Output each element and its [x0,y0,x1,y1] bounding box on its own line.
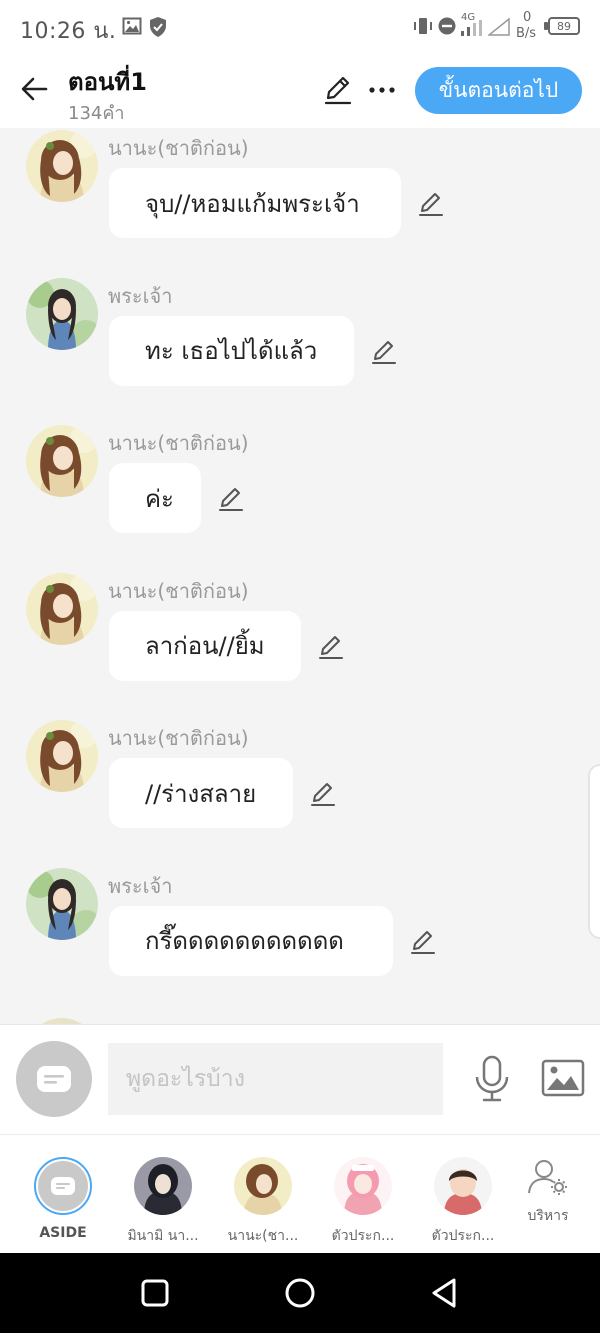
battery-level: 89 [557,19,571,33]
speaker-name: พระเจ้า [108,873,173,898]
character-label: ASIDE [39,1225,87,1241]
do-not-disturb-icon [438,17,456,35]
data-speed-unit: B/s [516,26,537,41]
gallery-notification-icon [122,17,142,35]
home-icon[interactable] [282,1275,318,1311]
speaker-avatar [26,425,98,497]
speaker-avatar [26,277,98,350]
microphone-icon[interactable] [472,1055,512,1103]
user-settings-icon [528,1160,567,1195]
image-upload-icon[interactable] [541,1059,585,1097]
side-drawer-handle[interactable] [588,764,600,939]
speaker-name: นานะ(ชาติก่อน) [108,578,249,603]
character-aside[interactable]: ASIDE [13,1155,113,1241]
message-input[interactable] [108,1043,443,1115]
chat-message[interactable]: พระเจ้าทะ เธอไปได้แล้ว [0,277,600,418]
message-bubble[interactable]: ลาก่อน//ยิ้ม [109,610,301,681]
message-bubble[interactable]: ค่ะ [109,463,201,533]
next-step-button[interactable]: ขั้นตอนต่อไป [415,67,582,114]
character-avatar [334,1157,392,1215]
page-title: ตอนที่1 [68,68,147,96]
signal-strength-icon [461,20,482,36]
character-avatar [434,1157,492,1215]
chat-area[interactable]: นานะ(ชาติก่อน) จุบ//หอมแก้มพระเจ้าพระเจ้า… [0,128,600,1024]
aside-chat-icon [37,1066,71,1092]
back-nav-icon[interactable] [427,1275,463,1311]
message-bubble[interactable]: ทะ เธอไปได้แล้ว [109,315,354,386]
system-nav-bar [0,1253,600,1333]
edit-message-icon[interactable] [217,485,245,513]
speaker-name: นานะ(ชาติก่อน) [108,431,249,455]
data-speed-value: 0 [523,10,532,25]
message-bubble[interactable]: กรี๊ดดดดดดดดดดด [109,905,393,976]
character-avatar [134,1157,192,1215]
manage-button[interactable]: บริหาร [498,1157,598,1227]
chat-message[interactable]: นานะ(ชาติก่อน) //ร่างสลาย [0,720,600,860]
aside-chip [34,1157,92,1215]
edit-message-icon[interactable] [417,190,445,218]
speaker-avatar [26,130,98,202]
app-header: ตอนที่1 134คำ ขั้นตอนต่อไป [0,54,600,128]
message-bubble[interactable]: จุบ//หอมแก้มพระเจ้า [109,168,401,238]
speaker-name: นานะ(ชาติก่อน) [108,726,249,750]
back-arrow-icon[interactable] [16,70,54,108]
aside-chat-icon [51,1177,75,1195]
character-label: ตัวประก... [331,1228,395,1244]
recent-apps-icon[interactable] [137,1275,173,1311]
battery-tip [544,22,548,30]
edit-message-icon[interactable] [309,780,337,808]
speaker-name: นานะ(ชาติก่อน) [108,136,249,160]
vibrate-icon [414,18,432,34]
aside-toggle-button[interactable] [16,1041,92,1117]
manage-label: บริหาร [527,1208,569,1224]
signal-empty-icon [488,18,510,36]
word-count: 134คำ [68,103,125,124]
edit-pencil-icon[interactable] [322,74,354,106]
edit-message-icon[interactable] [370,338,398,366]
edit-message-icon[interactable] [409,928,437,956]
character-label: ตัวประก... [431,1228,495,1244]
character-bar: ASIDE มินามิ นา... นานะ(ชา... ตัวประก... ตัว… [0,1134,600,1253]
character-label: มินามิ นา... [127,1228,199,1244]
character-item[interactable]: ตัวประก... [313,1155,413,1247]
chat-message[interactable]: นานะ(ชาติก่อน) ลาก่อน//ยิ้ม [0,572,600,713]
speaker-avatar [26,867,98,940]
battery-indicator: 89 [548,17,580,35]
chat-message[interactable]: นานะ(ชาติก่อน) ค่ะ [0,425,600,565]
speaker-avatar [26,720,98,792]
speaker-name: พระเจ้า [108,283,173,308]
edit-message-icon[interactable] [317,633,345,661]
status-time: 10:26 น. [20,19,117,44]
speaker-avatar [26,572,98,645]
chat-message[interactable]: นานะ(ชาติก่อน) จุบ//หอมแก้มพระเจ้า [0,130,600,270]
character-item[interactable]: นานะ(ชา... [213,1155,313,1247]
message-bubble[interactable]: //ร่างสลาย [109,758,293,828]
character-avatar [234,1157,292,1215]
input-bar [0,1024,600,1134]
shield-notification-icon [150,17,166,37]
status-bar: 10:26 น. 4G 0 B/s 89 [0,0,600,54]
chat-message[interactable]: พระเจ้ากรี๊ดดดดดดดดดดด [0,867,600,1008]
character-label: นานะ(ชา... [227,1228,299,1244]
more-options-icon[interactable] [364,74,400,106]
character-item[interactable]: มินามิ นา... [113,1155,213,1247]
